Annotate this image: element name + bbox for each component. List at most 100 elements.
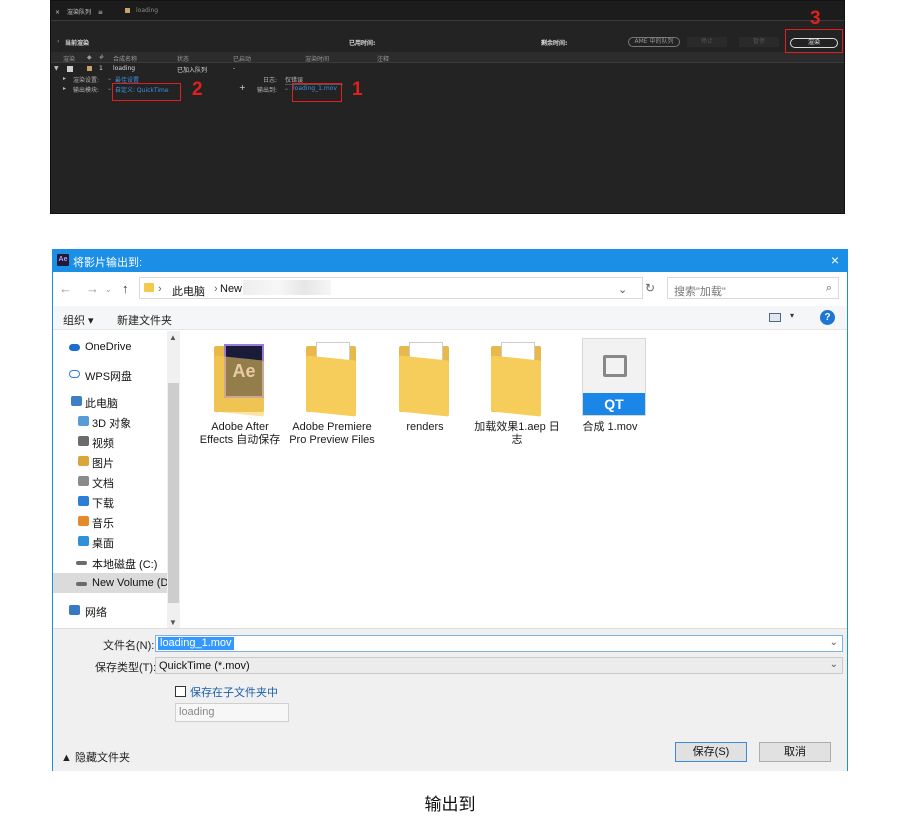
render-checkbox[interactable] bbox=[67, 66, 73, 74]
tab-loading-comp[interactable]: loading bbox=[125, 7, 158, 14]
dialog-footer: 文件名(N): loading_1.mov ⌄ 保存类型(T): QuickTi… bbox=[53, 628, 847, 771]
computer-icon bbox=[71, 396, 82, 406]
elapsed-time-label: 已用时间: bbox=[349, 40, 376, 47]
search-icon[interactable]: ⌕ bbox=[826, 282, 832, 295]
view-mode-icon[interactable] bbox=[769, 313, 781, 322]
close-tab-icon[interactable]: × bbox=[55, 9, 60, 16]
render-status-bar: › 当前渲染 已用时间: 剩余时间: AME 中的队列 停止 暂停 渲染 bbox=[51, 34, 844, 50]
nav-item-desktop[interactable]: 桌面 bbox=[53, 531, 167, 551]
drive-icon bbox=[76, 582, 87, 586]
col-status[interactable]: 状态 bbox=[177, 54, 189, 63]
col-index[interactable]: # bbox=[99, 54, 104, 61]
stop-button[interactable]: 停止 bbox=[687, 37, 727, 47]
file-item-comp-mov[interactable]: QT 合成 1.mov bbox=[565, 338, 655, 434]
tab-label: loading bbox=[136, 7, 159, 14]
dialog-title-bar: Ae 将影片输出到: × bbox=[53, 250, 847, 272]
col-comp-name[interactable]: 合成名称 bbox=[113, 54, 137, 63]
nav-item-downloads[interactable]: 下载 bbox=[53, 491, 167, 511]
callout-box-output-to bbox=[292, 83, 342, 102]
nav-item-3d-objects[interactable]: 3D 对象 bbox=[53, 411, 167, 431]
filename-input[interactable]: loading_1.mov ⌄ bbox=[155, 635, 843, 652]
color-label-swatch[interactable] bbox=[87, 66, 92, 73]
nav-item-music[interactable]: 音乐 bbox=[53, 511, 167, 531]
panel-menu-icon[interactable]: ≡ bbox=[98, 9, 103, 16]
nav-item-new-volume-d[interactable]: New Volume (D bbox=[53, 573, 168, 593]
filetype-value: QuickTime (*.mov) bbox=[159, 660, 250, 672]
subfolder-name-input[interactable]: loading bbox=[175, 703, 289, 722]
up-arrow-icon[interactable]: ↑ bbox=[122, 281, 129, 296]
network-icon bbox=[69, 605, 80, 615]
output-module-label: 输出模块: bbox=[73, 87, 100, 94]
current-render-label: 当前渲染 bbox=[65, 40, 90, 47]
item-started: - bbox=[233, 65, 236, 72]
col-comment[interactable]: 注释 bbox=[377, 54, 389, 63]
scroll-up-icon[interactable]: ▲ bbox=[169, 333, 177, 342]
file-item-aep-log-folder[interactable]: 加载效果1.aep 日志 bbox=[472, 338, 562, 447]
save-button[interactable]: 保存(S) bbox=[675, 742, 747, 762]
col-render-time[interactable]: 渲染时间 bbox=[305, 54, 329, 63]
nav-item-documents[interactable]: 文档 bbox=[53, 471, 167, 491]
recent-locations-icon[interactable]: ⌄ bbox=[105, 285, 112, 294]
filename-dropdown-icon[interactable]: ⌄ bbox=[830, 637, 838, 648]
breadcrumb[interactable]: › 此电脑 › New Volume (D:) › ⌄ bbox=[139, 277, 643, 299]
filetype-select[interactable]: QuickTime (*.mov) ⌄ bbox=[155, 657, 843, 674]
panel-tab-bar: × 渲染队列 ≡ loading bbox=[51, 1, 844, 21]
forward-arrow-icon[interactable]: → bbox=[86, 281, 99, 296]
file-name: 加载效果1.aep 日志 bbox=[474, 421, 560, 446]
breadcrumb-this-pc[interactable]: 此电脑 bbox=[172, 283, 205, 299]
organize-menu-button[interactable]: 组织 ▾ bbox=[63, 312, 94, 328]
nav-item-pictures[interactable]: 图片 bbox=[53, 451, 167, 471]
comp-color-label bbox=[125, 8, 130, 13]
nav-item-this-pc[interactable]: 此电脑 bbox=[53, 391, 167, 411]
save-file-dialog: Ae 将影片输出到: × ← → ⌄ ↑ › 此电脑 › New Volume … bbox=[52, 249, 848, 771]
view-mode-dropdown-icon[interactable]: ▾ bbox=[790, 311, 794, 320]
expand-output-icon[interactable]: ▸ bbox=[63, 85, 66, 92]
quicktime-file-icon: QT bbox=[580, 338, 646, 416]
expand-arrow-icon[interactable]: › bbox=[57, 38, 59, 45]
tab-render-queue[interactable]: × 渲染队列 ≡ bbox=[55, 7, 103, 16]
search-input[interactable]: 搜索"加载" ⌕ bbox=[667, 277, 839, 299]
help-icon[interactable]: ? bbox=[820, 310, 835, 325]
file-item-renders-folder[interactable]: renders bbox=[380, 338, 470, 434]
nav-item-local-disk-c[interactable]: 本地磁盘 (C:) bbox=[53, 552, 167, 572]
breadcrumb-separator[interactable]: › bbox=[214, 283, 218, 295]
nav-item-onedrive[interactable]: OneDrive bbox=[53, 337, 167, 357]
col-render[interactable]: 渲染 bbox=[63, 54, 75, 63]
file-item-premiere-preview-folder[interactable]: Adobe Premiere Pro Preview Files bbox=[287, 338, 377, 447]
refresh-icon[interactable]: ↻ bbox=[645, 281, 655, 295]
hide-folders-toggle[interactable]: ▲ 隐藏文件夹 bbox=[61, 749, 130, 765]
address-dropdown-icon[interactable]: ⌄ bbox=[618, 283, 627, 296]
render-settings-dropdown-icon[interactable]: ⌄ bbox=[107, 75, 112, 82]
save-in-subfolder-label[interactable]: 保存在子文件夹中 bbox=[190, 684, 278, 700]
picture-icon bbox=[78, 456, 89, 466]
nav-item-videos[interactable]: 视频 bbox=[53, 431, 167, 451]
nav-pane-scrollbar[interactable]: ▲ ▼ bbox=[167, 331, 180, 629]
back-arrow-icon[interactable]: ← bbox=[59, 281, 72, 296]
cancel-button[interactable]: 取消 bbox=[759, 742, 831, 762]
expand-item-icon[interactable]: ▼ bbox=[54, 65, 59, 72]
pause-button[interactable]: 暂停 bbox=[739, 37, 779, 47]
nav-item-label: 此电脑 bbox=[85, 398, 118, 410]
expand-settings-icon[interactable]: ▸ bbox=[63, 75, 66, 82]
render-queue-panel: × 渲染队列 ≡ loading › 当前渲染 已用时间: 剩余时间: AME … bbox=[50, 0, 845, 214]
output-to-dropdown-icon[interactable]: ⌄ bbox=[284, 85, 289, 92]
item-status: 已加入队列 bbox=[177, 67, 208, 74]
filetype-dropdown-icon[interactable]: ⌄ bbox=[830, 659, 838, 670]
close-icon[interactable]: × bbox=[831, 252, 839, 268]
scrollbar-thumb[interactable] bbox=[168, 383, 179, 603]
save-in-subfolder-checkbox[interactable] bbox=[175, 686, 186, 697]
drive-icon bbox=[76, 561, 87, 565]
nav-item-wps-drive[interactable]: WPS网盘 bbox=[53, 364, 167, 384]
queue-column-header: 渲染 ◆ # 合成名称 状态 已启动 渲染时间 注释 bbox=[51, 52, 844, 63]
nav-item-label: 本地磁盘 (C:) bbox=[92, 559, 158, 571]
new-folder-button[interactable]: 新建文件夹 bbox=[117, 312, 172, 328]
nav-item-network[interactable]: 网络 bbox=[53, 600, 167, 620]
col-started[interactable]: 已启动 bbox=[233, 54, 251, 63]
add-output-module-icon[interactable]: + bbox=[239, 83, 246, 92]
file-item-ae-autosave-folder[interactable]: Ae Adobe After Effects 自动保存 bbox=[195, 338, 285, 447]
queue-item-row[interactable]: ▼ 1 loading 已加入队列 - bbox=[51, 64, 844, 74]
breadcrumb-separator[interactable]: › bbox=[158, 283, 162, 295]
ame-queue-button[interactable]: AME 中的队列 bbox=[628, 37, 680, 47]
tab-label: 渲染队列 bbox=[66, 9, 91, 16]
scroll-down-icon[interactable]: ▼ bbox=[169, 618, 177, 627]
